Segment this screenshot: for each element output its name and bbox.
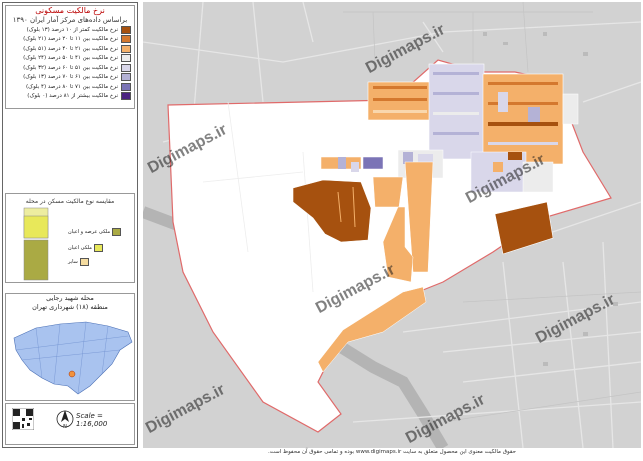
scale-label: Scale = 1:16,000 <box>76 412 108 428</box>
legend-label: نرخ مالکیت بیشتر از ۸۱ درصد (۰ بلوک) <box>27 93 118 100</box>
legend-label: نرخ مالکیت بین ۶۱ تا ۷۰ درصد (۱۳ بلوک) <box>23 74 118 81</box>
tenure-legend-swatch <box>93 244 103 252</box>
qr-code-icon <box>12 408 34 430</box>
tenure-legend-2: ملکی اعیان <box>68 244 103 252</box>
legend-label: نرخ مالکیت بین ۱۱ تا ۲۰ درصد (۲۱ بلوک) <box>23 36 118 43</box>
footer-box: N Scale = 1:16,000 <box>5 403 135 445</box>
tenure-legend-label: سایر <box>68 259 78 265</box>
legend-item: نرخ مالکیت بین ۵۱ تا ۶۰ درصد (۳۲ بلوک) <box>6 63 134 73</box>
legend-label: نرخ مالکیت بین ۴۱ تا ۵۰ درصد (۲۴ بلوک) <box>23 55 118 62</box>
tenure-legend-label: ملکی اعیان <box>68 245 92 251</box>
tenure-chart-box: مقایسه نوع مالکیت مسکن در محله ملکی عرصه… <box>5 193 135 283</box>
legend-box: نرخ مالکیت مسکونی براساس داده‌های مرکز آ… <box>5 5 135 109</box>
tenure-legend-swatch <box>79 258 89 266</box>
legend-swatch <box>121 25 131 34</box>
legend-label: نرخ مالکیت بین ۲۱ تا ۴۰ درصد (۵۱ بلوک) <box>23 45 118 52</box>
legend-item: نرخ مالکیت بین ۶۱ تا ۷۰ درصد (۱۳ بلوک) <box>6 73 134 83</box>
tenure-legend-swatch <box>112 228 122 236</box>
legend-item: نرخ مالکیت کمتر از ۱۰ درصد (۱۳ بلوک) <box>6 25 134 35</box>
tenure-legend-1: ملکی عرصه و اعیان <box>68 228 122 236</box>
legend-swatch <box>121 44 131 53</box>
legend-item: نرخ مالکیت بین ۷۱ تا ۸۰ درصد (۴ بلوک) <box>6 82 134 92</box>
legend-swatch <box>121 54 131 63</box>
legend-panel: نرخ مالکیت مسکونی براساس داده‌های مرکز آ… <box>2 2 138 448</box>
legend-item: نرخ مالکیت بیشتر از ۸۱ درصد (۰ بلوک) <box>6 92 134 102</box>
north-arrow-icon: N <box>56 410 74 430</box>
tenure-bar-owned-building <box>23 215 49 239</box>
legend-label: نرخ مالکیت کمتر از ۱۰ درصد (۱۳ بلوک) <box>26 26 118 33</box>
legend-label: نرخ مالکیت بین ۷۱ تا ۸۰ درصد (۴ بلوک) <box>26 83 118 90</box>
tehran-districts-shape <box>13 321 133 395</box>
neighborhood-marker <box>68 370 76 378</box>
location-title: محله شهید رجایی <box>46 294 94 302</box>
credit-line: حقوق مالکیت معنوی این محصول متعلق به سای… <box>267 449 517 455</box>
legend-item: نرخ مالکیت بین ۴۱ تا ۵۰ درصد (۲۴ بلوک) <box>6 54 134 64</box>
tenure-chart-title: مقایسه نوع مالکیت مسکن در محله <box>25 198 115 205</box>
location-subtitle: منطقه (۱۸) شهرداری تهران <box>32 303 108 311</box>
legend-swatch <box>121 35 131 44</box>
location-box: محله شهید رجایی منطقه (۱۸) شهرداری تهران <box>5 293 135 401</box>
tenure-legend-label: ملکی عرصه و اعیان <box>68 229 111 235</box>
tehran-locator-map <box>13 321 133 395</box>
legend-subtitle: براساس داده‌های مرکز آمار ایران ۱۳۹۰ <box>12 16 128 24</box>
legend-item: نرخ مالکیت بین ۲۱ تا ۴۰ درصد (۵۱ بلوک) <box>6 44 134 54</box>
tenure-legend-3: سایر <box>68 258 89 266</box>
legend-title: نرخ مالکیت مسکونی <box>35 6 105 15</box>
tenure-bar-other <box>23 239 49 281</box>
map-frame[interactable]: Digimaps.ir Digimaps.ir Digimaps.ir Digi… <box>143 2 641 448</box>
legend-swatch <box>121 73 131 82</box>
north-label: N <box>63 424 67 430</box>
legend-items: نرخ مالکیت کمتر از ۱۰ درصد (۱۳ بلوک) نرخ … <box>6 25 134 101</box>
legend-swatch <box>121 92 131 101</box>
legend-label: نرخ مالکیت بین ۵۱ تا ۶۰ درصد (۳۲ بلوک) <box>23 64 118 71</box>
legend-item: نرخ مالکیت بین ۱۱ تا ۲۰ درصد (۲۱ بلوک) <box>6 35 134 45</box>
legend-swatch <box>121 82 131 91</box>
legend-swatch <box>121 63 131 72</box>
